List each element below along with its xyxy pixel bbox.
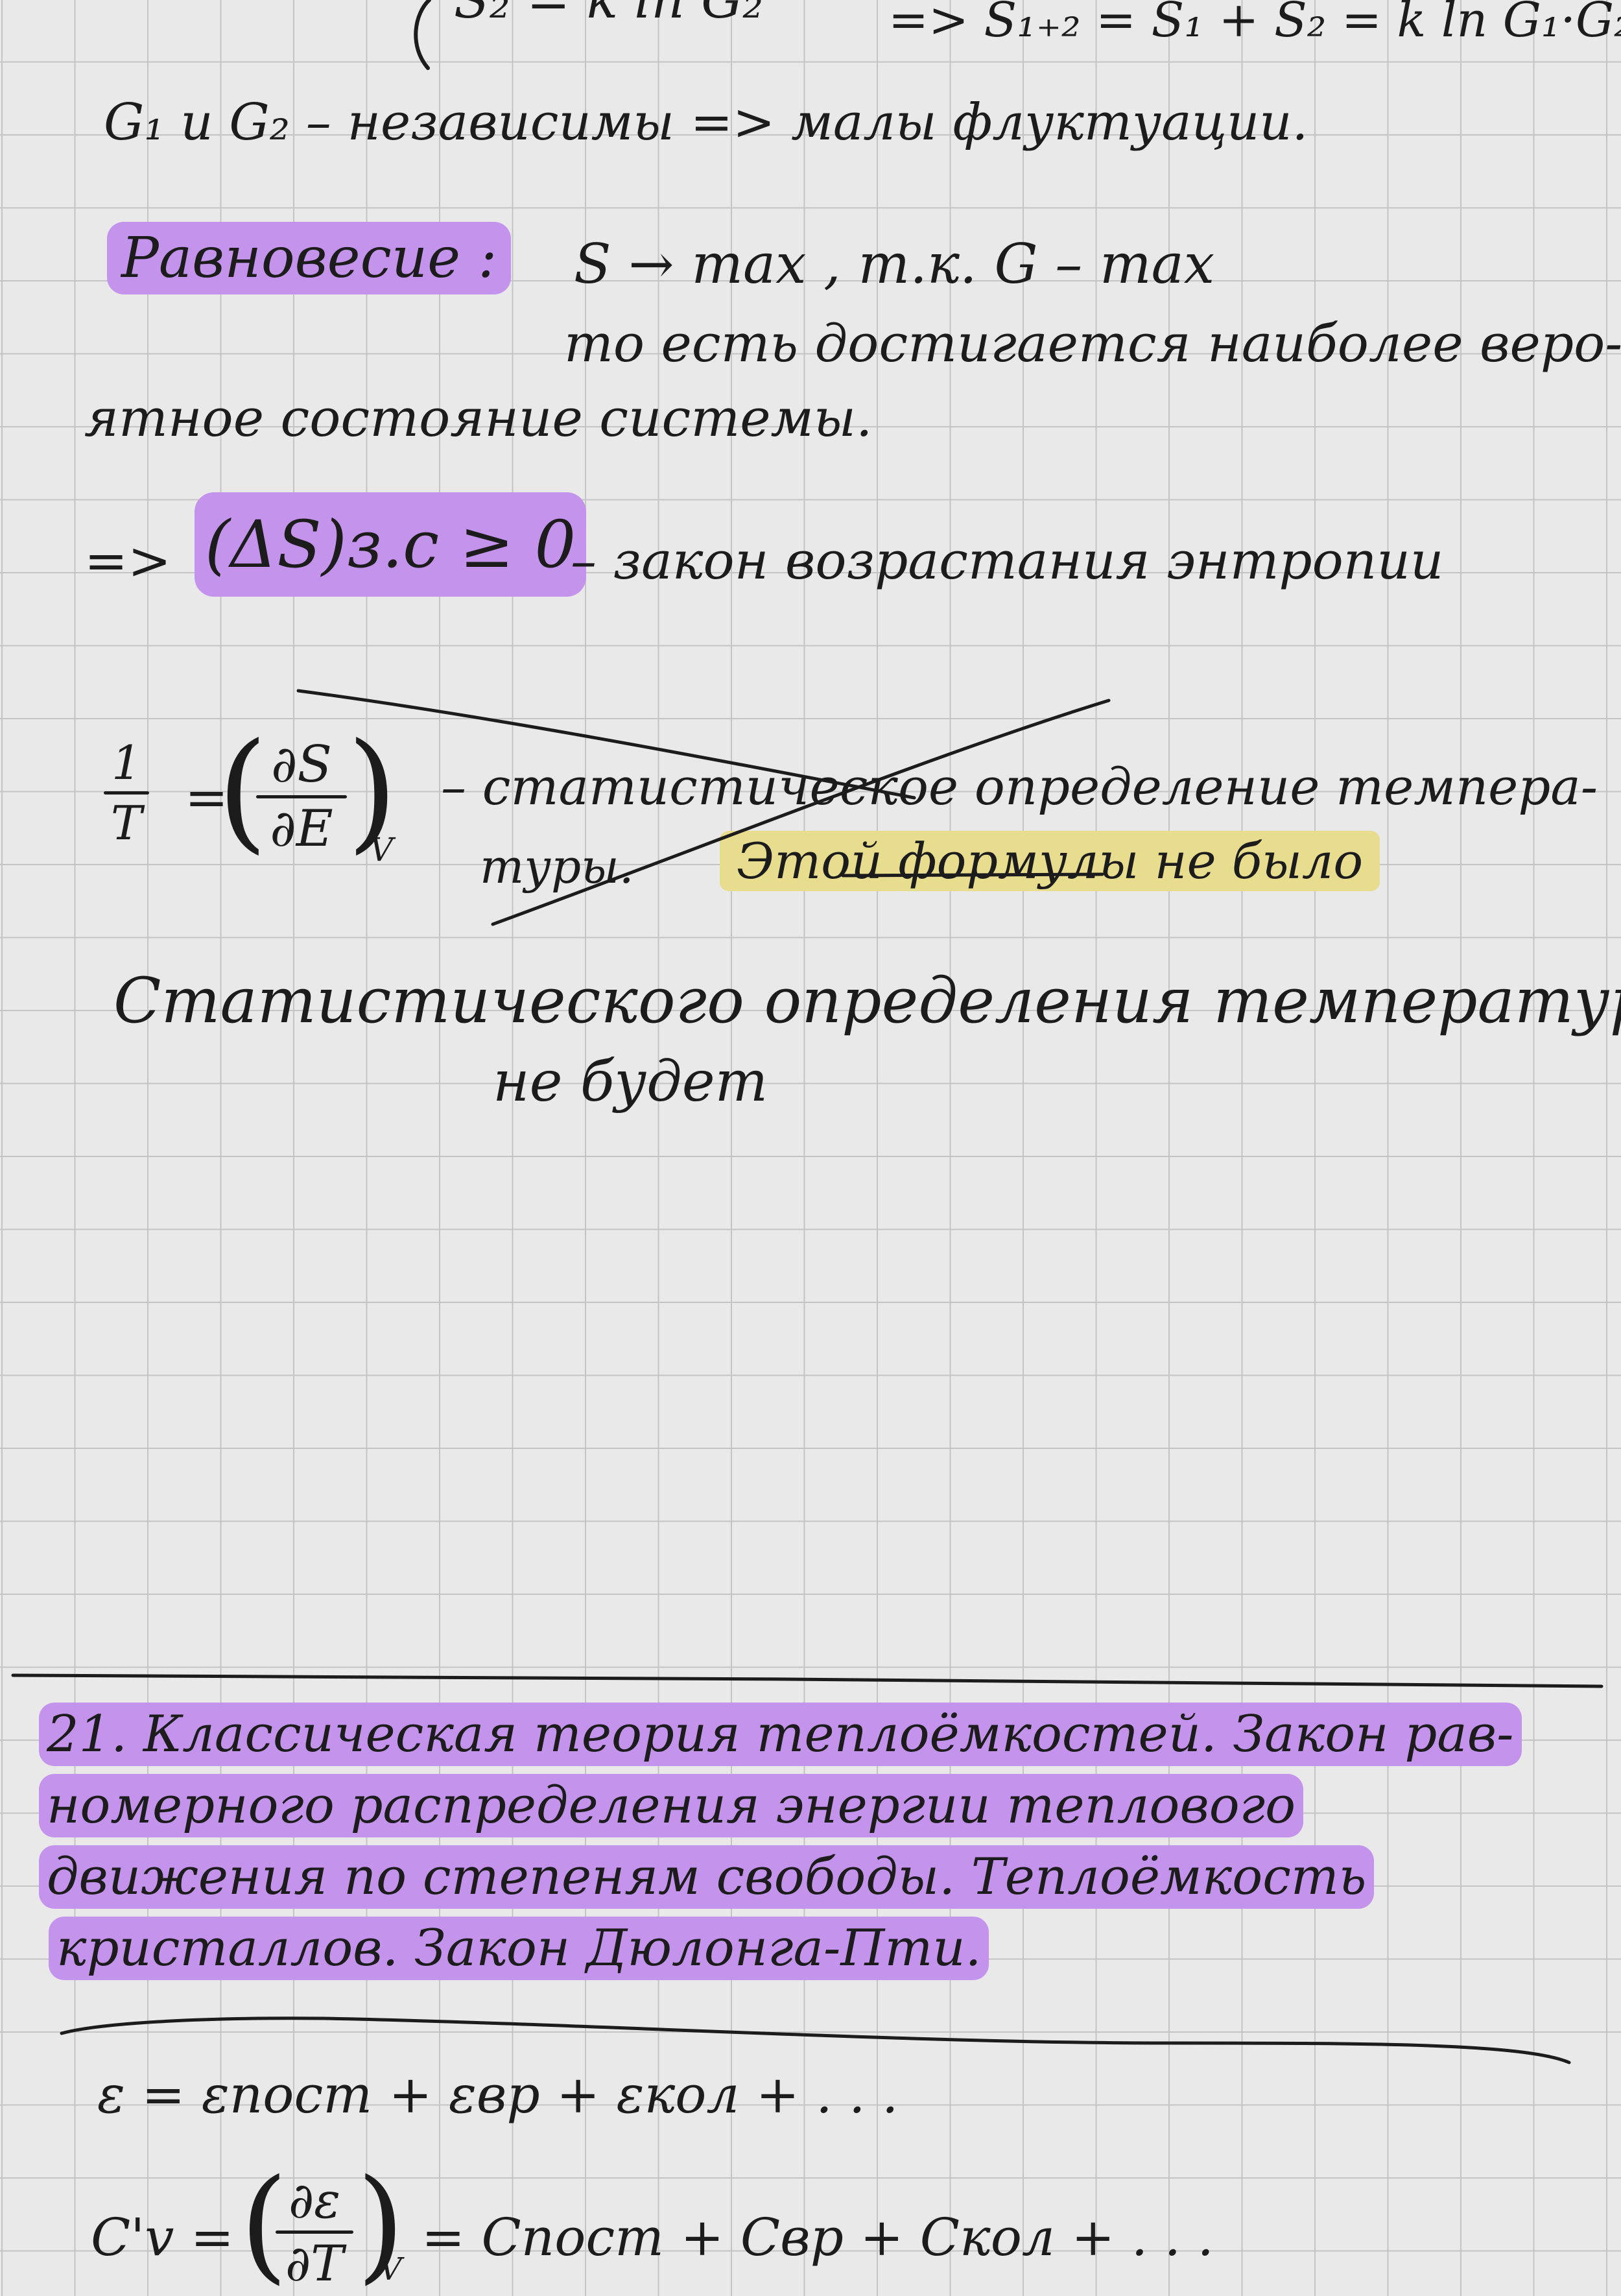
temperature-lhs-fraction: 1 T: [104, 739, 149, 846]
temperature-lhs-denominator: T: [110, 796, 143, 850]
section21-heading-line3: движения по степеням свободы. Теплоёмкос…: [39, 1845, 1582, 1909]
heat-capacity-subscript: V: [379, 2251, 402, 2288]
section21-heading-line1: 21. Классическая теория теплоёмкостей. З…: [39, 1703, 1582, 1766]
equilibrium-label-highlight: Равновесие :: [107, 222, 512, 294]
heading-text: номерного распределения энергии тепловог…: [39, 1774, 1304, 1837]
entropy-law-text: – закон возрастания энтропии: [571, 531, 1444, 591]
heat-capacity-fraction: ∂ε ∂T: [276, 2176, 353, 2288]
heat-capacity-rhs: = Cпост + Cвр + Cкол + . . .: [421, 2207, 1214, 2267]
entropy-law-formula: (ΔS)з.с ≥ 0: [195, 492, 587, 597]
heat-capacity-numerator: ∂ε: [288, 2171, 341, 2229]
temperature-lhs-numerator: 1: [112, 735, 141, 790]
temperature-text-line1: – статистическое определение темпера-: [441, 758, 1598, 817]
temperature-note-highlight: Этой формулы не было: [720, 831, 1380, 891]
top-formula-left: S₂ = k ln G₂: [454, 0, 763, 26]
temperature-text-line2b: Этой формулы не было: [720, 831, 1380, 891]
section21-heading-line4: кристаллов. Закон Дюлонга-Пти.: [49, 1917, 1592, 1980]
entropy-law-formula-highlight: (ΔS)з.с ≥ 0: [195, 492, 587, 597]
temperature-rhs-fraction: ∂S ∂E: [256, 739, 347, 854]
temperature-subscript: V: [370, 831, 394, 868]
heading-text: движения по степеням свободы. Теплоёмкос…: [39, 1845, 1375, 1909]
heading-text: кристаллов. Закон Дюлонга-Пти.: [49, 1917, 989, 1980]
fraction-bar: [276, 2230, 353, 2234]
no-stat-def-line1: Статистического определения температуры: [113, 964, 1621, 1037]
energy-equation: ε = εпост + εвр + εкол + . . .: [97, 2064, 899, 2125]
section-separator-line: [11, 1673, 1603, 1688]
equilibrium-condition: S → max , т.к. G – max: [574, 232, 1215, 296]
heading-text: 21. Классическая теория теплоёмкостей. З…: [39, 1703, 1522, 1766]
equilibrium-label: Равновесие :: [107, 222, 512, 294]
equilibrium-line2: то есть достигается наиболее веро-: [564, 313, 1621, 374]
entropy-law-arrow: =>: [84, 531, 172, 591]
temperature-rhs-numerator: ∂S: [271, 735, 332, 794]
fraction-bar: [104, 791, 149, 795]
heading-underline-stroke: [60, 2016, 1571, 2064]
equilibrium-line3: ятное состояние системы.: [84, 388, 873, 448]
independence-note: G₁ и G₂ – независимы => малы флуктуации.: [104, 93, 1308, 152]
no-stat-def-line2: не будет: [493, 1049, 768, 1114]
heat-capacity-lhs: C'v =: [91, 2207, 234, 2267]
temperature-text-line2a: туры.: [480, 839, 634, 894]
handwritten-notes-page: S₂ = k ln G₂ => S₁₊₂ = S₁ + S₂ = k ln G₁…: [0, 0, 1621, 2291]
heat-capacity-denominator: ∂T: [285, 2234, 344, 2292]
left-brace-stroke: [414, 0, 431, 70]
top-formula-right: => S₁₊₂ = S₁ + S₂ = k ln G₁·G₂: [888, 0, 1621, 48]
section21-heading-line2: номерного распределения энергии тепловог…: [39, 1774, 1582, 1837]
temperature-rhs-denominator: ∂E: [270, 800, 333, 858]
fraction-bar: [256, 795, 347, 798]
